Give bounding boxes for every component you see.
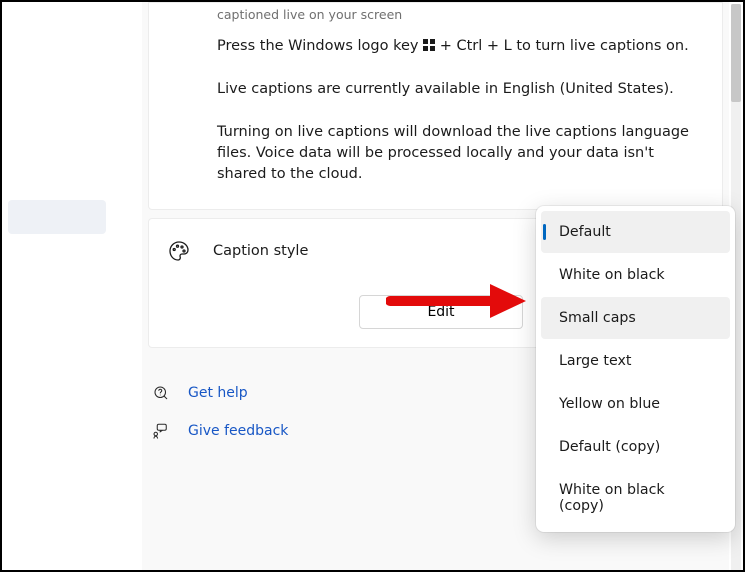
dropdown-item-large-text[interactable]: Large text <box>541 340 730 382</box>
dropdown-item-white-on-black-copy[interactable]: White on black (copy) <box>541 469 730 527</box>
dropdown-item-default[interactable]: Default <box>541 211 730 253</box>
selection-indicator <box>543 224 546 240</box>
sidebar-selected-item[interactable] <box>8 200 106 234</box>
info-paragraph-download: Turning on live captions will download t… <box>217 122 702 185</box>
help-icon <box>152 384 170 402</box>
text: Press the Windows logo key <box>217 38 423 54</box>
edit-button[interactable]: Edit <box>359 295 523 329</box>
give-feedback-text: Give feedback <box>188 423 288 439</box>
get-help-text: Get help <box>188 385 248 401</box>
windows-logo-icon <box>423 39 435 51</box>
caption-style-label: Caption style <box>213 243 308 259</box>
dropdown-item-label: White on black <box>559 267 665 283</box>
feedback-icon <box>152 422 170 440</box>
dropdown-item-label: Default <box>559 224 611 240</box>
caption-style-dropdown[interactable]: Default White on black Small caps Large … <box>536 206 735 532</box>
sidebar <box>2 2 142 570</box>
dropdown-item-small-caps[interactable]: Small caps <box>541 297 730 339</box>
dropdown-item-label: Small caps <box>559 310 636 326</box>
info-subtitle: captioned live on your screen <box>217 3 702 36</box>
dropdown-item-label: Yellow on blue <box>559 396 660 412</box>
palette-icon <box>167 239 191 263</box>
dropdown-item-label: White on black (copy) <box>559 482 665 514</box>
info-paragraph-availability: Live captions are currently available in… <box>217 79 702 100</box>
dropdown-item-default-copy[interactable]: Default (copy) <box>541 426 730 468</box>
dropdown-item-label: Large text <box>559 353 631 369</box>
scrollbar-thumb[interactable] <box>731 4 741 102</box>
live-captions-info-card: captioned live on your screen Press the … <box>148 2 723 210</box>
text: + Ctrl + L to turn live captions on. <box>440 38 689 54</box>
dropdown-item-yellow-on-blue[interactable]: Yellow on blue <box>541 383 730 425</box>
dropdown-item-label: Default (copy) <box>559 439 660 455</box>
dropdown-item-white-on-black[interactable]: White on black <box>541 254 730 296</box>
info-paragraph-shortcut: Press the Windows logo key + Ctrl + L to… <box>217 36 702 57</box>
